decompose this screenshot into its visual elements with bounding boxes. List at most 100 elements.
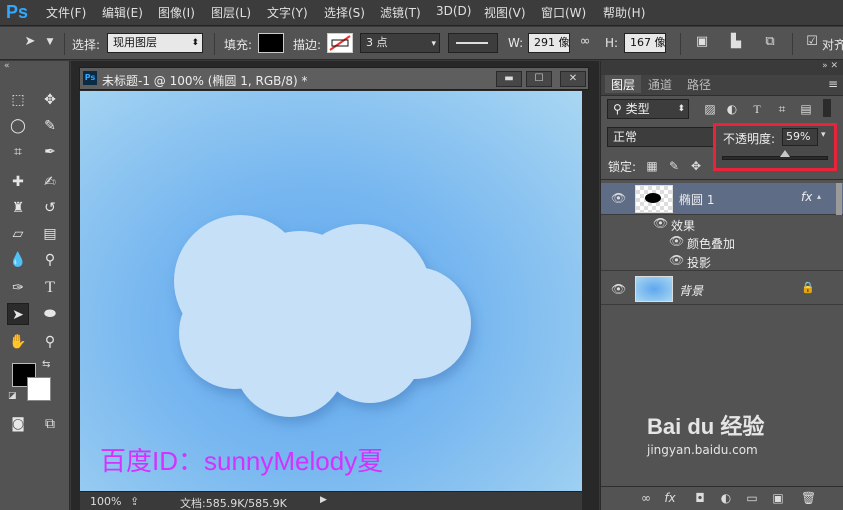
dodge-tool-icon[interactable]: ⚲ [39, 249, 61, 271]
new-layer-icon[interactable]: ▣ [771, 491, 785, 505]
minimize-button[interactable]: ▬ [496, 71, 522, 87]
menu-file[interactable]: 文件(F) [46, 4, 86, 21]
stroke-type-dropdown[interactable] [448, 33, 498, 53]
effect-row-drop-shadow[interactable]: 👁 投影 [601, 251, 843, 271]
fill-swatch[interactable] [258, 33, 284, 53]
menu-layer[interactable]: 图层(L) [211, 4, 251, 21]
menu-view[interactable]: 视图(V) [484, 4, 526, 21]
status-menu-arrow[interactable]: ▶ [320, 495, 327, 505]
layer-row-background[interactable]: 👁 背景 🔒 [601, 273, 843, 305]
stroke-swatch[interactable] [327, 33, 353, 53]
path-alignment-icon[interactable]: ▙ [728, 34, 744, 50]
maximize-button[interactable]: ☐ [526, 71, 552, 87]
visibility-eye-icon[interactable]: 👁 [669, 253, 684, 267]
filter-shape-icon[interactable]: ⌗ [775, 102, 789, 116]
marquee-tool-icon[interactable]: ⬚ [7, 89, 29, 111]
clone-stamp-tool-icon[interactable]: ♜ [7, 197, 29, 219]
effect-row-color-overlay[interactable]: 👁 颜色叠加 [601, 233, 843, 251]
quick-mask-icon[interactable]: ◙ [7, 413, 29, 435]
filter-type-icon[interactable]: T [750, 102, 764, 116]
screen-mode-icon[interactable]: ⧉ [39, 413, 61, 435]
path-operations-icon[interactable]: ▣ [694, 34, 710, 50]
layer-row-ellipse[interactable]: 👁 椭圆 1 fx ▴ [601, 183, 843, 215]
move-tool-icon[interactable]: ✥ [39, 89, 61, 111]
quick-select-tool-icon[interactable]: ✎ [39, 115, 61, 137]
trash-icon[interactable]: 🗑 [801, 491, 816, 505]
effects-row[interactable]: 👁 效果 [601, 215, 843, 233]
zoom-tool-icon[interactable]: ⚲ [39, 331, 61, 353]
blend-mode-dropdown[interactable]: 正常 [607, 127, 715, 147]
share-icon[interactable]: ⇪ [130, 495, 139, 508]
eyedropper-tool-icon[interactable]: ✒ [39, 141, 61, 163]
lock-image-icon[interactable]: ✎ [667, 159, 681, 173]
new-group-icon[interactable]: ▭ [745, 491, 759, 505]
visibility-eye-icon[interactable]: 👁 [611, 282, 626, 296]
zoom-level[interactable]: 100% [90, 495, 121, 508]
opacity-slider-track[interactable] [722, 156, 828, 160]
collapse-effects-icon[interactable]: ▴ [817, 192, 821, 201]
add-style-icon[interactable]: fx [663, 491, 677, 505]
photoshop-logo: Ps [6, 2, 29, 22]
brush-tool-icon[interactable]: ✍ [39, 171, 61, 193]
ellipse-tool-icon[interactable]: ⬬ [39, 303, 61, 325]
collapse-panel-icon[interactable]: » ✕ [822, 61, 838, 71]
collapse-icon[interactable]: « [4, 61, 10, 71]
link-layers-icon[interactable]: ∞ [639, 491, 653, 505]
scrollbar[interactable] [836, 183, 842, 215]
menu-image[interactable]: 图像(I) [158, 4, 195, 21]
gradient-tool-icon[interactable]: ▤ [39, 223, 61, 245]
lock-transparent-icon[interactable]: ▦ [645, 159, 659, 173]
panel-menu-icon[interactable]: ≡ [828, 77, 838, 91]
visibility-eye-icon[interactable]: 👁 [611, 191, 626, 205]
menu-filter[interactable]: 滤镜(T) [380, 4, 421, 21]
select-dropdown[interactable]: 现用图层 ⬍ [107, 33, 203, 53]
path-select-tool-icon[interactable]: ➤ [22, 34, 38, 50]
menu-window[interactable]: 窗口(W) [541, 4, 586, 21]
filter-adjustment-icon[interactable]: ◐ [725, 102, 739, 116]
menu-help[interactable]: 帮助(H) [603, 4, 645, 21]
opacity-slider-thumb[interactable] [779, 150, 790, 157]
crop-tool-icon[interactable]: ⌗ [7, 141, 29, 163]
healing-brush-tool-icon[interactable]: ✚ [7, 171, 29, 193]
path-arrangement-icon[interactable]: ⧉ [762, 34, 778, 50]
menu-edit[interactable]: 编辑(E) [102, 4, 143, 21]
swap-colors-icon[interactable]: ⇆ [42, 359, 50, 370]
menu-3d[interactable]: 3D(D) [436, 4, 471, 18]
hand-tool-icon[interactable]: ✋ [7, 331, 29, 353]
chevron-down-icon[interactable]: ▾ [821, 130, 826, 140]
filter-pixel-icon[interactable]: ▨ [703, 102, 717, 116]
tab-layers[interactable]: 图层 [605, 75, 642, 93]
tool-preset-dropdown[interactable]: ▼ [42, 34, 58, 50]
filter-smart-object-icon[interactable]: ▤ [799, 102, 813, 116]
lock-position-icon[interactable]: ✥ [689, 159, 703, 173]
tab-paths[interactable]: 路径 [681, 75, 717, 93]
adjustment-layer-icon[interactable]: ◐ [719, 491, 733, 505]
eraser-tool-icon[interactable]: ▱ [7, 223, 29, 245]
add-mask-icon[interactable]: ◘ [693, 491, 707, 505]
width-field[interactable]: 291 像 [528, 33, 570, 53]
menu-type[interactable]: 文字(Y) [267, 4, 308, 21]
tab-channels[interactable]: 通道 [642, 75, 678, 93]
align-edges-checkbox[interactable]: ☑ [804, 34, 820, 50]
type-tool-icon[interactable]: T [39, 277, 61, 299]
background-color-swatch[interactable] [27, 377, 51, 401]
filter-kind-dropdown[interactable]: ⚲ 类型 ⬍ [607, 99, 689, 119]
stroke-width-field[interactable]: 3 点 ▾ [360, 33, 440, 53]
link-icon[interactable]: ∞ [577, 34, 593, 50]
menu-select[interactable]: 选择(S) [324, 4, 365, 21]
history-brush-tool-icon[interactable]: ↺ [39, 197, 61, 219]
default-colors-icon[interactable]: ◪ [8, 391, 17, 401]
visibility-eye-icon[interactable]: 👁 [669, 234, 684, 248]
visibility-eye-icon[interactable]: 👁 [653, 216, 668, 230]
pen-tool-icon[interactable]: ✑ [7, 277, 29, 299]
path-selection-tool-icon[interactable]: ➤ [7, 303, 29, 325]
stroke-label: 描边: [293, 38, 322, 52]
canvas[interactable]: 百度ID：sunnyMelody夏 [80, 91, 582, 491]
close-button[interactable]: ✕ [560, 71, 586, 87]
fx-badge[interactable]: fx [801, 190, 812, 204]
filter-toggle-switch[interactable] [823, 99, 831, 117]
opacity-field[interactable]: 59% [782, 128, 818, 146]
height-field[interactable]: 167 像 [624, 33, 666, 53]
blur-tool-icon[interactable]: 💧 [7, 249, 29, 271]
lasso-tool-icon[interactable]: ◯ [7, 115, 29, 137]
